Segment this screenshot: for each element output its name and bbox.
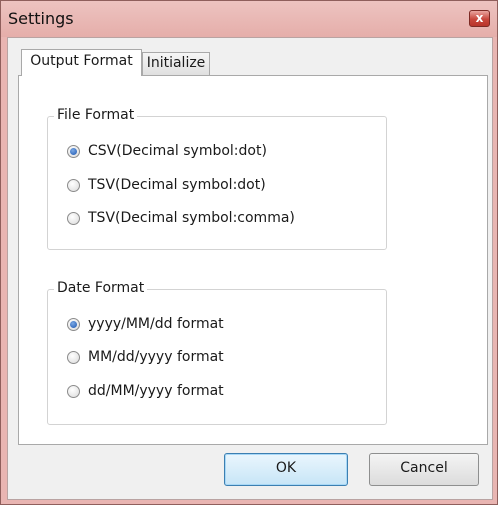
file-format-group: File Format CSV(Decimal symbol:dot) TSV(… (47, 107, 387, 250)
settings-dialog: Settings x Output Format Initialize File… (0, 0, 498, 505)
window-title: Settings (8, 9, 74, 28)
tab-label: Output Format (30, 53, 133, 69)
radio-tsv-comma[interactable]: TSV(Decimal symbol:comma) (67, 208, 295, 228)
group-legend: File Format (54, 107, 138, 123)
title-bar[interactable]: Settings x (1, 1, 497, 37)
group-legend: Date Format (54, 280, 148, 296)
close-icon: x (475, 11, 484, 25)
radio-selected-icon[interactable] (67, 317, 80, 331)
radio-selected-icon[interactable] (67, 144, 80, 158)
radio-label: yyyy/MM/dd format (88, 316, 224, 332)
radio-unselected-icon[interactable] (67, 384, 80, 398)
radio-label: TSV(Decimal symbol:dot) (88, 177, 266, 193)
radio-mm-dd-yyyy[interactable]: MM/dd/yyyy format (67, 347, 224, 367)
radio-label: CSV(Decimal symbol:dot) (88, 143, 267, 159)
ok-button[interactable]: OK (224, 453, 348, 486)
tab-initialize[interactable]: Initialize (142, 52, 210, 75)
radio-csv-dot[interactable]: CSV(Decimal symbol:dot) (67, 141, 267, 161)
radio-unselected-icon[interactable] (67, 211, 80, 225)
tab-panel-output-format: File Format CSV(Decimal symbol:dot) TSV(… (18, 75, 488, 445)
radio-unselected-icon[interactable] (67, 350, 80, 364)
date-format-group: Date Format yyyy/MM/dd format MM/dd/yyyy… (47, 280, 387, 425)
radio-label: MM/dd/yyyy format (88, 349, 224, 365)
tab-label: Initialize (146, 55, 206, 71)
radio-unselected-icon[interactable] (67, 178, 80, 192)
radio-yyyy-mm-dd[interactable]: yyyy/MM/dd format (67, 314, 224, 334)
radio-label: dd/MM/yyyy format (88, 383, 224, 399)
radio-label: TSV(Decimal symbol:comma) (88, 210, 295, 226)
dialog-body: Output Format Initialize File Format CSV… (7, 37, 493, 500)
radio-dd-mm-yyyy[interactable]: dd/MM/yyyy format (67, 381, 224, 401)
tab-output-format[interactable]: Output Format (21, 49, 142, 76)
radio-tsv-dot[interactable]: TSV(Decimal symbol:dot) (67, 175, 266, 195)
cancel-button[interactable]: Cancel (369, 453, 479, 486)
close-button[interactable]: x (469, 10, 490, 27)
